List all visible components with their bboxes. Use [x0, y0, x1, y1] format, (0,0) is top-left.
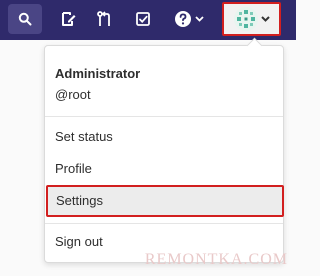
profile-item[interactable]: Profile [55, 161, 92, 176]
merge-request-icon [97, 11, 110, 26]
snippets-button[interactable] [54, 4, 82, 34]
set-status-item[interactable]: Set status [55, 129, 113, 144]
divider [45, 223, 283, 224]
search-icon [18, 12, 32, 26]
dropdown-caret [246, 37, 263, 54]
todos-button[interactable] [129, 4, 157, 34]
merge-requests-button[interactable] [90, 4, 118, 34]
user-name: Administrator [55, 66, 141, 81]
sign-out-item[interactable]: Sign out [55, 234, 103, 249]
help-icon [175, 11, 191, 27]
watermark: REMONTKA.COM [144, 251, 288, 268]
settings-item[interactable]: Settings [46, 185, 284, 217]
user-dropdown-menu: Administrator @root Set status Profile S… [44, 37, 284, 263]
user-handle: @root [55, 87, 91, 102]
divider [45, 116, 283, 117]
todo-icon [136, 12, 150, 26]
search-button[interactable] [8, 4, 42, 34]
snippet-icon [62, 12, 76, 26]
chevron-down-icon [260, 16, 270, 22]
settings-label: Settings [56, 193, 103, 208]
help-menu-button[interactable] [167, 4, 211, 34]
user-menu-button[interactable] [222, 2, 281, 36]
avatar [233, 7, 258, 31]
top-navbar [0, 0, 296, 40]
chevron-down-icon [195, 16, 204, 22]
